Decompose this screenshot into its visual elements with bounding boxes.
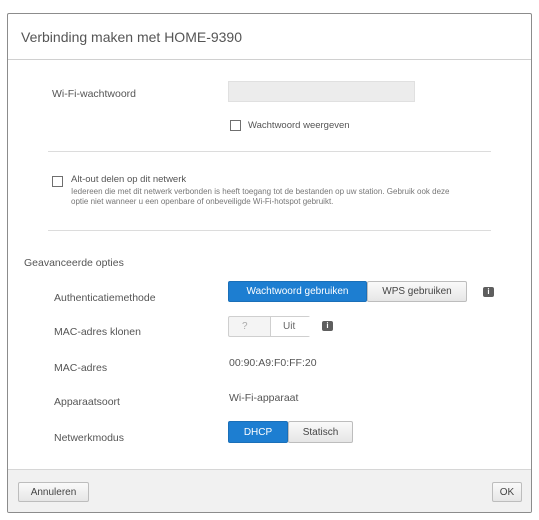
share-network-checkbox[interactable] <box>52 176 63 187</box>
mac-clone-off: ? <box>242 321 248 332</box>
auth-method-label: Authenticatiemethode <box>54 292 156 304</box>
divider <box>48 230 491 231</box>
static-button[interactable]: Statisch <box>288 421 353 443</box>
dhcp-button[interactable]: DHCP <box>228 421 288 443</box>
info-icon[interactable]: i <box>483 287 494 297</box>
dialog-footer: Annuleren OK <box>8 469 531 512</box>
mac-address-label: MAC-adres <box>54 362 108 374</box>
ok-button[interactable]: OK <box>492 482 522 502</box>
mac-address-value: 00:90:A9:F0:FF:20 <box>229 357 317 369</box>
dialog-title: Verbinding maken met HOME-9390 <box>21 29 242 45</box>
use-password-button[interactable]: Wachtwoord gebruiken <box>228 281 367 302</box>
wifi-password-label: Wi-Fi-wachtwoord <box>52 88 137 100</box>
divider <box>48 151 491 152</box>
wifi-password-input[interactable] <box>228 81 415 102</box>
show-password-checkbox[interactable] <box>230 120 241 131</box>
mac-clone-toggle[interactable]: ? Uit <box>228 316 311 337</box>
mac-clone-on: Uit <box>283 321 296 332</box>
dialog-title-bar: Verbinding maken met HOME-9390 <box>8 14 531 60</box>
access-type-label: Apparaatsoort <box>54 396 120 408</box>
share-network-label: Alt-out delen op dit netwerk <box>71 174 187 185</box>
info-icon[interactable]: i <box>322 321 333 331</box>
access-type-value: Wi-Fi-apparaat <box>229 392 299 404</box>
cancel-button[interactable]: Annuleren <box>18 482 89 502</box>
use-wps-button[interactable]: WPS gebruiken <box>367 281 467 302</box>
show-password-label: Wachtwoord weergeven <box>248 120 350 131</box>
advanced-section-title: Geavanceerde opties <box>24 257 124 269</box>
connect-dialog: Verbinding maken met HOME-9390 Wi-Fi-wac… <box>7 13 532 513</box>
network-mode-label: Netwerkmodus <box>54 432 125 444</box>
share-network-description: Iedereen die met dit netwerk verbonden i… <box>71 187 450 206</box>
mac-clone-label: MAC-adres klonen <box>54 326 141 338</box>
mac-clone-knob: Uit <box>270 317 311 336</box>
